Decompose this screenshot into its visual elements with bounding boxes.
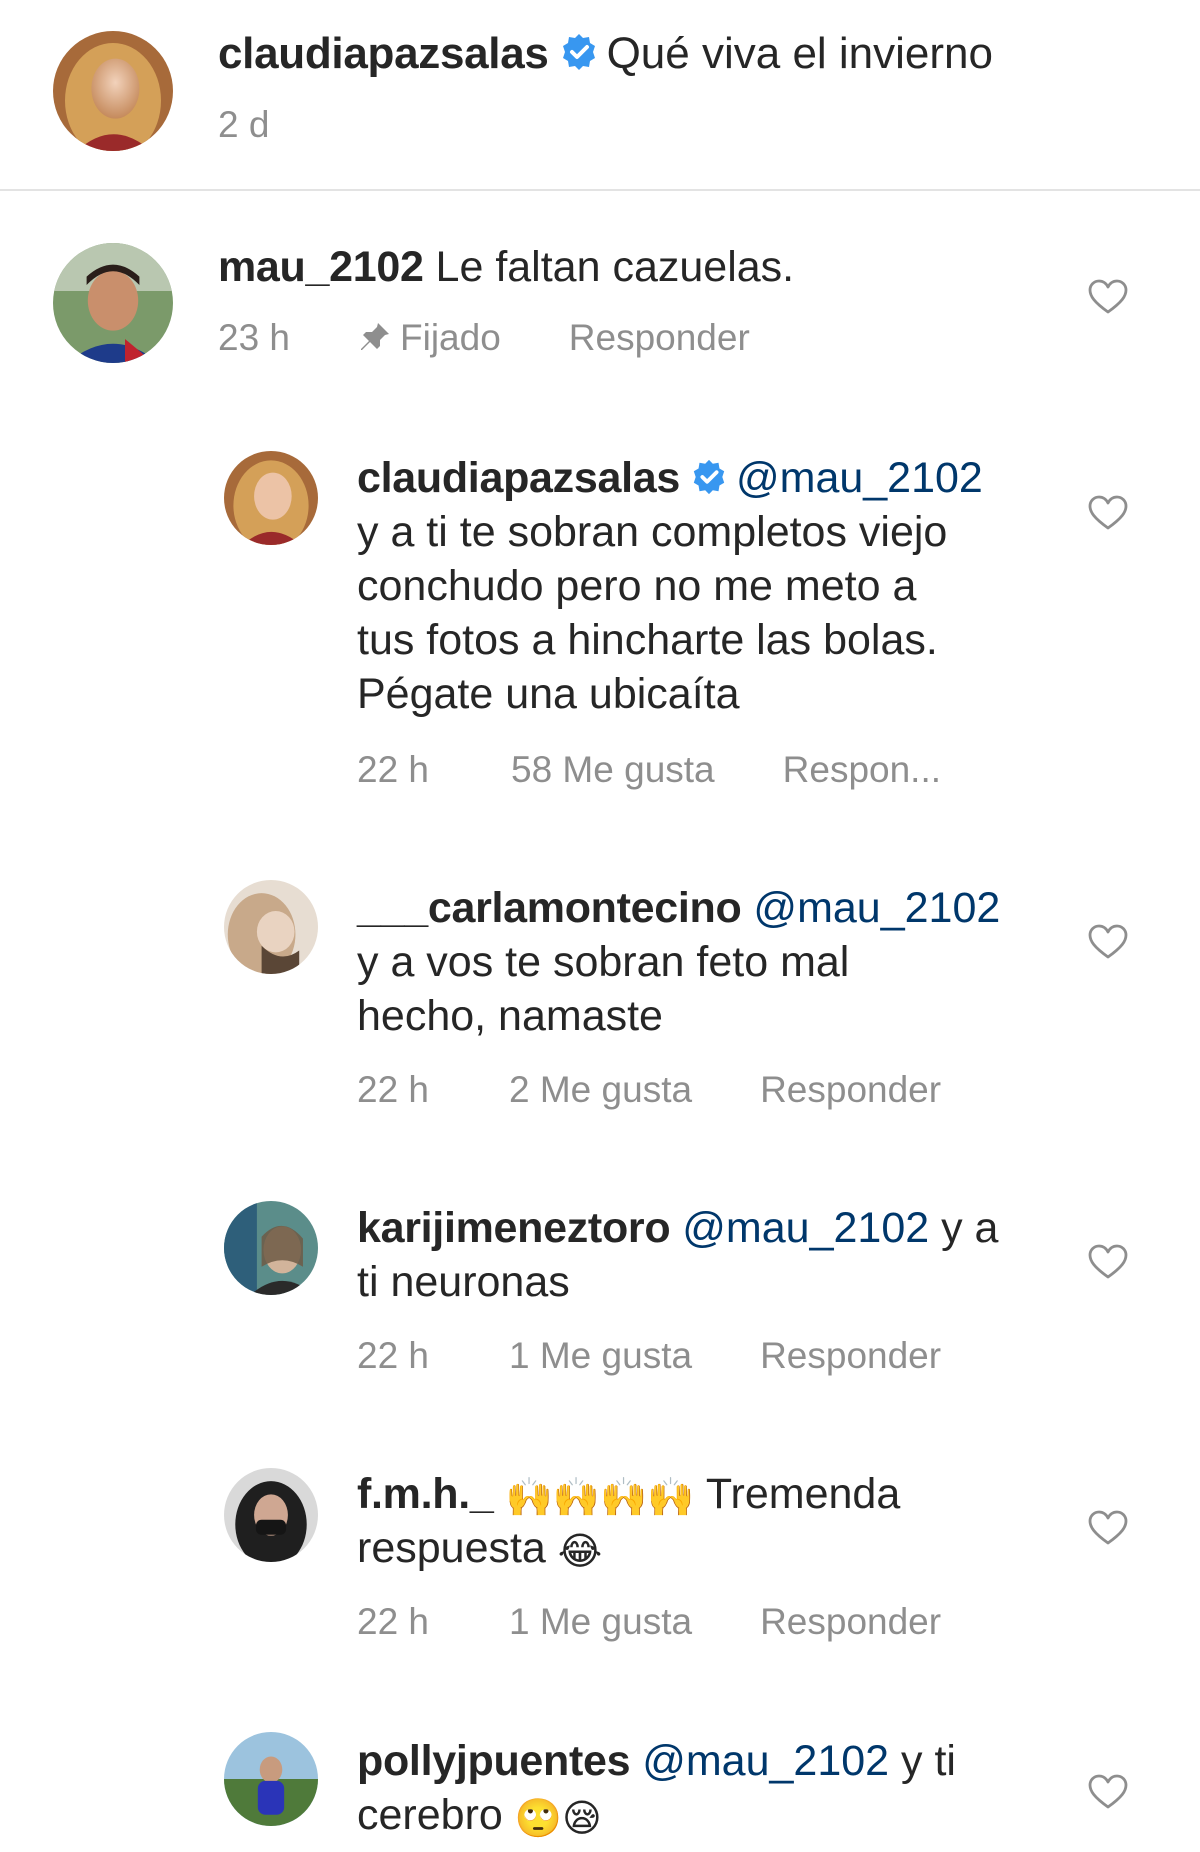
comment-time: 23 h	[218, 317, 291, 358]
like-heart-icon[interactable]	[1088, 924, 1128, 960]
reply-text: y ti	[901, 1737, 956, 1785]
reply-time: 22 h	[357, 749, 430, 790]
reply-likes[interactable]: 2 Me gusta	[509, 1068, 692, 1112]
reply-button[interactable]: Responder	[760, 1068, 941, 1112]
reply-text: y a	[941, 1204, 999, 1252]
mention-link[interactable]: @mau_2102	[753, 884, 1000, 932]
pinned-label: Fijado	[358, 316, 501, 360]
divider	[0, 189, 1200, 191]
reply-text-line: ti neuronas	[357, 1258, 570, 1306]
like-heart-icon[interactable]	[1088, 279, 1128, 315]
like-heart-icon[interactable]	[1088, 495, 1128, 531]
mention-link[interactable]: @mau_2102	[642, 1737, 889, 1785]
reply-likes[interactable]: 58 Me gusta	[511, 748, 715, 792]
like-heart-icon[interactable]	[1088, 1774, 1128, 1810]
reply-text-line: y a ti te sobran completos viejo	[357, 508, 948, 556]
reply-button[interactable]: Responder	[569, 316, 750, 360]
post-caption-text: Qué viva el invierno	[606, 29, 993, 78]
verified-badge-icon	[559, 32, 599, 72]
mention-link[interactable]: @mau_2102	[682, 1204, 929, 1252]
mention-link[interactable]: @mau_2102	[736, 454, 983, 502]
like-heart-icon[interactable]	[1088, 1510, 1128, 1546]
like-heart-icon[interactable]	[1088, 1244, 1128, 1280]
reply-username[interactable]: karijimeneztoro	[357, 1204, 671, 1252]
reply-text-line: y a vos te sobran feto mal	[357, 938, 850, 986]
reply-likes[interactable]: 1 Me gusta	[509, 1600, 692, 1644]
reply-time: 22 h	[357, 1601, 430, 1642]
comment-username[interactable]: mau_2102	[218, 243, 424, 291]
reply-time: 22 h	[357, 1335, 430, 1376]
reply-meta: 22 h 58 Me gusta Respon...	[357, 748, 941, 792]
reply-comment: f.m.h._ 🙌🙌🙌🙌 Tremenda respuesta 😂	[357, 1467, 900, 1575]
commenter-avatar[interactable]	[53, 243, 173, 363]
reply-username[interactable]: ___carlamontecino	[357, 884, 742, 932]
reply-text-line: Pégate una ubicaíta	[357, 670, 740, 718]
comment-text: Le faltan cazuelas.	[435, 243, 795, 291]
reply-avatar[interactable]	[224, 1468, 318, 1562]
post-author-avatar[interactable]	[53, 31, 173, 151]
reply-text: Tremenda	[705, 1470, 901, 1518]
reply-text-line: respuesta	[357, 1524, 546, 1572]
reply-avatar[interactable]	[224, 1201, 318, 1295]
post-author-username[interactable]: claudiapazsalas	[218, 29, 549, 78]
reply-text-line: tus fotos a hincharte las bolas.	[357, 616, 938, 664]
eye-roll-sleepy-emoji-icon: 🙄😪	[514, 1798, 602, 1840]
reply-meta: 22 h 2 Me gusta Responder	[357, 1068, 941, 1112]
reply-text-line: conchudo pero no me meto a	[357, 562, 917, 610]
reply-text-line: hecho, namaste	[357, 992, 663, 1040]
reply-likes[interactable]: 1 Me gusta	[509, 1334, 692, 1378]
reply-button[interactable]: Responder	[760, 1600, 941, 1644]
pin-icon	[358, 320, 392, 354]
reply-username[interactable]: claudiapazsalas	[357, 454, 680, 502]
post-time: 2 d	[218, 104, 270, 145]
reply-comment: karijimeneztoro @mau_2102 y a ti neurona…	[357, 1201, 998, 1309]
reply-button[interactable]: Respon...	[783, 748, 941, 792]
reply-avatar[interactable]	[224, 451, 318, 545]
reply-comment: claudiapazsalas @mau_2102 y a ti te sobra…	[357, 451, 983, 721]
reply-comment: pollyjpuentes @mau_2102 y ti cerebro 🙄😪	[357, 1734, 956, 1842]
raised-hands-emoji-icon: 🙌🙌🙌🙌	[505, 1477, 695, 1519]
reply-meta: 22 h 1 Me gusta Responder	[357, 1600, 941, 1644]
comment-meta: 23 h Fijado Responder	[218, 316, 750, 360]
reply-comment: ___carlamontecino @mau_2102 y a vos te s…	[357, 881, 1000, 1043]
reply-button[interactable]: Responder	[760, 1334, 941, 1378]
reply-avatar[interactable]	[224, 880, 318, 974]
verified-badge-icon	[690, 458, 728, 496]
reply-avatar[interactable]	[224, 1732, 318, 1826]
reply-username[interactable]: f.m.h._	[357, 1470, 494, 1518]
reply-time: 22 h	[357, 1069, 430, 1110]
comment: mau_2102 Le faltan cazuelas.	[218, 240, 794, 294]
reply-text-line: cerebro	[357, 1791, 503, 1839]
post-caption: claudiapazsalas Qué viva el invierno	[218, 28, 993, 80]
reply-meta: 22 h 1 Me gusta Responder	[357, 1334, 941, 1378]
reply-username[interactable]: pollyjpuentes	[357, 1737, 631, 1785]
laughing-emoji-icon: 😂	[557, 1531, 603, 1573]
